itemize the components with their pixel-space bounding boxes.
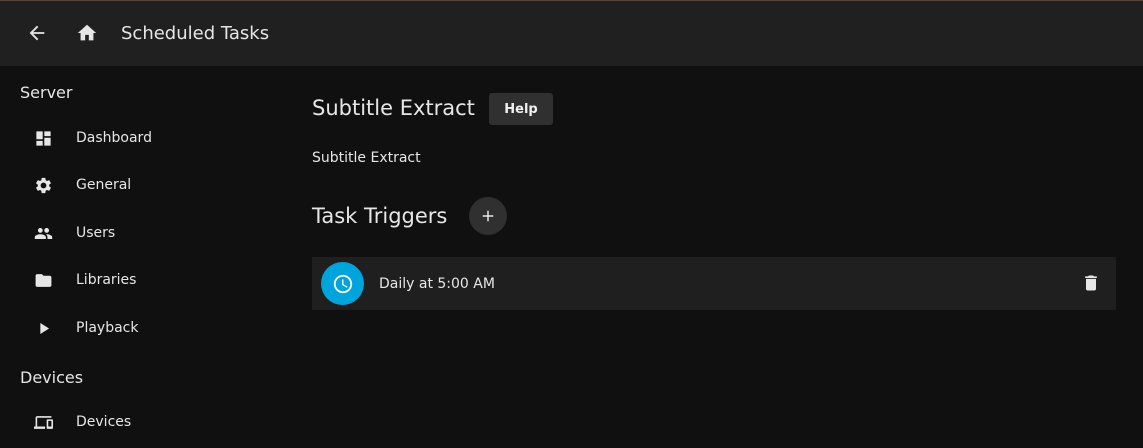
task-triggers-heading: Task Triggers <box>312 204 448 228</box>
home-icon <box>77 24 97 41</box>
help-button[interactable]: Help <box>489 93 553 125</box>
devices-icon <box>33 412 53 432</box>
sidebar-item-playback[interactable]: Playback <box>0 308 290 348</box>
sidebar-item-users[interactable]: Users <box>0 213 290 253</box>
sidebar-item-label: Dashboard <box>76 130 152 146</box>
page-title: Scheduled Tasks <box>121 23 270 44</box>
play-icon <box>33 318 53 338</box>
users-icon <box>33 223 53 243</box>
task-description: Subtitle Extract <box>312 150 421 166</box>
add-trigger-button[interactable] <box>469 197 507 235</box>
trigger-row: Daily at 5:00 AM <box>312 257 1116 310</box>
trash-icon <box>1085 275 1097 291</box>
sidebar-section-server: Server <box>20 83 73 102</box>
sidebar-item-general[interactable]: General <box>0 165 290 205</box>
sidebar: Server Dashboard General Users Libraries… <box>0 66 290 448</box>
sidebar-item-devices[interactable]: Devices <box>0 402 290 442</box>
home-button[interactable] <box>75 21 99 45</box>
back-button[interactable] <box>25 21 49 45</box>
sidebar-item-libraries[interactable]: Libraries <box>0 260 290 300</box>
sidebar-item-dashboard[interactable]: Dashboard <box>0 118 290 158</box>
delete-trigger-button[interactable] <box>1080 272 1102 294</box>
dashboard-icon <box>33 128 53 148</box>
sidebar-item-label: Devices <box>76 414 132 430</box>
plus-icon <box>482 210 494 222</box>
sidebar-item-label: Libraries <box>76 272 137 288</box>
arrow-left-icon <box>29 25 45 41</box>
trigger-label: Daily at 5:00 AM <box>379 276 495 292</box>
sidebar-item-label: Playback <box>76 320 139 336</box>
clock-icon <box>321 262 364 305</box>
sidebar-item-label: Users <box>76 225 116 241</box>
sidebar-section-devices: Devices <box>20 368 84 387</box>
folder-icon <box>33 270 53 290</box>
app-header: Scheduled Tasks <box>0 1 1143 66</box>
gear-icon <box>33 175 53 195</box>
task-title: Subtitle Extract <box>312 96 475 120</box>
sidebar-item-label: General <box>76 177 132 193</box>
